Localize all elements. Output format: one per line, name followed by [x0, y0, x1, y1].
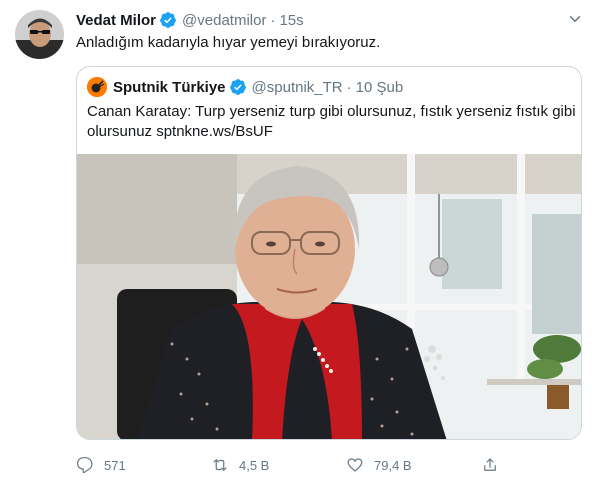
verified-badge-icon	[160, 12, 176, 28]
quoted-tweet-photo[interactable]	[77, 154, 581, 439]
author-name[interactable]: Vedat Milor	[76, 12, 156, 29]
tweet-header: Vedat Milor @vedatmilor · 15s	[76, 10, 304, 30]
quoted-author-name: Sputnik Türkiye	[113, 78, 226, 96]
retweet-count: 4,5 B	[239, 457, 270, 473]
timestamp[interactable]: 15s	[279, 12, 303, 29]
photo-image	[77, 154, 581, 439]
quoted-tweet-text: Canan Karatay: Turp yerseniz turp gibi o…	[87, 102, 576, 142]
quoted-tweet[interactable]: Sputnik Türkiye @sputnik_TR · 10 Şub Can…	[76, 66, 582, 440]
quoted-text-line: Canan Karatay: Turp yerseniz turp gibi o…	[87, 103, 576, 120]
verified-badge-icon	[229, 79, 246, 95]
tweet-actions: 571 4,5 B 79,4 B	[76, 454, 582, 476]
reply-icon	[76, 457, 93, 474]
separator-dot: ·	[346, 78, 352, 96]
retweet-icon	[213, 459, 227, 471]
retweet-button[interactable]: 4,5 B	[211, 454, 269, 476]
sputnik-logo-icon	[87, 77, 107, 97]
quoted-author-handle: @sputnik_TR	[251, 78, 343, 96]
heart-icon	[347, 458, 363, 472]
quoted-tweet-header: Sputnik Türkiye @sputnik_TR · 10 Şub	[87, 77, 403, 97]
avatar[interactable]	[15, 10, 64, 59]
quoted-date: 10 Şub	[355, 78, 404, 96]
like-button[interactable]: 79,4 B	[346, 454, 412, 476]
author-handle[interactable]: @vedatmilor	[182, 12, 266, 29]
chevron-down-icon[interactable]	[566, 10, 584, 28]
reply-button[interactable]: 571	[76, 454, 126, 476]
share-icon	[484, 458, 496, 471]
share-button[interactable]	[481, 454, 499, 476]
avatar-image	[15, 10, 64, 59]
reply-count: 571	[104, 457, 126, 473]
tweet[interactable]: Vedat Milor @vedatmilor · 15s Anladığım …	[0, 0, 592, 486]
separator-dot: ·	[270, 11, 276, 29]
quoted-text-line: olursunuz sptnkne.ws/BsUF	[87, 123, 273, 140]
like-count: 79,4 B	[374, 457, 412, 473]
tweet-text: Anladığım kadarıyla hıyar yemeyi bırakıy…	[76, 34, 381, 51]
